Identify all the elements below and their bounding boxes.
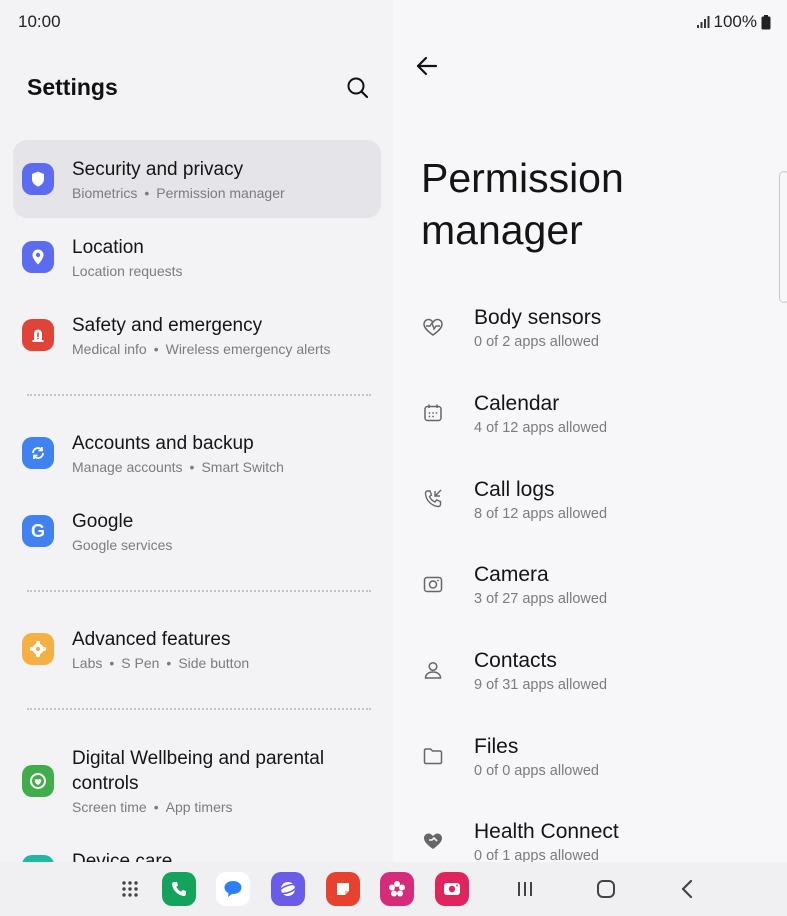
page-title: Permission manager: [421, 155, 624, 253]
permission-name: Body sensors: [474, 306, 602, 329]
permission-item-contacts[interactable]: Contacts 9 of 31 apps allowed: [393, 643, 787, 723]
permission-item-calendar[interactable]: Calendar 4 of 12 apps allowed: [393, 386, 787, 466]
permission-item-files[interactable]: Files 0 of 0 apps allowed: [393, 729, 787, 809]
home-button[interactable]: [593, 876, 619, 902]
menu-item-title: Device care: [72, 851, 173, 862]
menu-item-title: Security and privacy: [72, 159, 244, 180]
battery-percent: 100%: [713, 12, 757, 31]
menu-item-subtitle: Manage accounts • Smart Switch: [72, 459, 284, 475]
permission-name: Contacts: [474, 649, 557, 672]
menu-item-advanced-features[interactable]: Advanced features Labs • S Pen • Side button: [13, 610, 381, 688]
location-pin-icon: [22, 241, 54, 273]
menu-item-google[interactable]: G Google Google services: [13, 492, 381, 570]
shield-icon: [22, 163, 54, 195]
divider: [27, 708, 371, 710]
permission-item-health-connect[interactable]: Health Connect 0 of 1 apps allowed: [393, 814, 787, 862]
permission-name: Calendar: [474, 392, 560, 415]
heart-pulse-icon: [423, 318, 443, 336]
folder-icon: [423, 748, 443, 765]
calendar-icon: [424, 404, 442, 422]
scrollbar[interactable]: [779, 171, 787, 303]
internet-app-icon[interactable]: [271, 872, 305, 906]
menu-item-device-care[interactable]: Device care: [13, 832, 381, 862]
sync-icon: [22, 437, 54, 469]
permission-count: 8 of 12 apps allowed: [474, 506, 608, 522]
camera-icon: [423, 576, 443, 593]
messages-app-icon[interactable]: [216, 872, 250, 906]
menu-item-title: Advanced features: [72, 629, 231, 650]
permission-item-camera[interactable]: Camera 3 of 27 apps allowed: [393, 557, 787, 637]
health-connect-icon: [424, 833, 442, 849]
permission-count: 0 of 0 apps allowed: [474, 763, 599, 779]
permission-item-call-logs[interactable]: Call logs 8 of 12 apps allowed: [393, 472, 787, 552]
back-arrow-icon[interactable]: [413, 52, 441, 80]
permission-count: 0 of 1 apps allowed: [474, 848, 599, 862]
permission-manager-pane: 100% Permission manager Body sensors 0 o…: [393, 0, 787, 862]
menu-item-subtitle: Medical info • Wireless emergency alerts: [72, 341, 331, 357]
menu-item-digital-wellbeing[interactable]: Digital Wellbeing and parental controls …: [13, 728, 381, 828]
permission-name: Camera: [474, 563, 549, 586]
google-icon: G: [22, 515, 54, 547]
menu-item-subtitle: Location requests: [72, 263, 183, 279]
permission-count: 9 of 31 apps allowed: [474, 677, 608, 693]
signal-icon: [696, 16, 710, 28]
divider: [27, 590, 371, 592]
call-log-icon: [424, 489, 442, 508]
menu-item-subtitle: Biometrics • Permission manager: [72, 185, 285, 201]
recent-apps-button[interactable]: [512, 876, 538, 902]
menu-item-title: Google: [72, 511, 134, 532]
emergency-icon: [22, 319, 54, 351]
permission-count: 4 of 12 apps allowed: [474, 420, 608, 436]
navigation-bar: [0, 862, 787, 916]
wellbeing-icon: [22, 765, 54, 797]
permission-name: Files: [474, 735, 519, 758]
phone-app-icon[interactable]: [162, 872, 196, 906]
permission-count: 0 of 2 apps allowed: [474, 334, 599, 350]
menu-item-safety[interactable]: Safety and emergency Medical info • Wirele…: [13, 296, 381, 374]
status-time: 10:00: [18, 12, 61, 31]
contact-icon: [424, 661, 442, 679]
gear-flower-icon: [22, 633, 54, 665]
battery-icon: [761, 14, 771, 29]
menu-item-security[interactable]: Security and privacy Biometrics • Permissi…: [13, 140, 381, 218]
permission-name: Call logs: [474, 478, 555, 501]
device-care-icon: [22, 855, 54, 862]
menu-item-subtitle: Google services: [72, 537, 173, 553]
camera-app-icon[interactable]: [435, 872, 469, 906]
grid-apps-icon[interactable]: [113, 872, 147, 906]
back-button[interactable]: [675, 876, 701, 902]
page-title: Settings: [27, 74, 118, 100]
permission-count: 3 of 27 apps allowed: [474, 591, 608, 607]
menu-item-title: Accounts and backup: [72, 433, 254, 454]
permission-name: Health Connect: [474, 820, 619, 843]
permission-item-body-sensors[interactable]: Body sensors 0 of 2 apps allowed: [393, 300, 787, 380]
status-bar-right: 100%: [696, 12, 771, 32]
menu-item-title: Digital Wellbeing and parental controls: [72, 748, 325, 794]
menu-item-subtitle: Labs • S Pen • Side button: [72, 655, 250, 671]
menu-item-subtitle: Screen time • App timers: [72, 799, 233, 815]
divider: [27, 394, 371, 396]
menu-item-title: Location: [72, 237, 144, 258]
notes-app-icon[interactable]: [326, 872, 360, 906]
settings-pane: 10:00 Settings Security and privacy Biom…: [0, 0, 393, 862]
menu-item-title: Safety and emergency: [72, 315, 263, 336]
menu-item-accounts[interactable]: Accounts and backup Manage accounts • Smar…: [13, 414, 381, 492]
gallery-app-icon[interactable]: [380, 872, 414, 906]
search-icon[interactable]: [344, 74, 372, 102]
menu-item-location[interactable]: Location Location requests: [13, 218, 381, 296]
